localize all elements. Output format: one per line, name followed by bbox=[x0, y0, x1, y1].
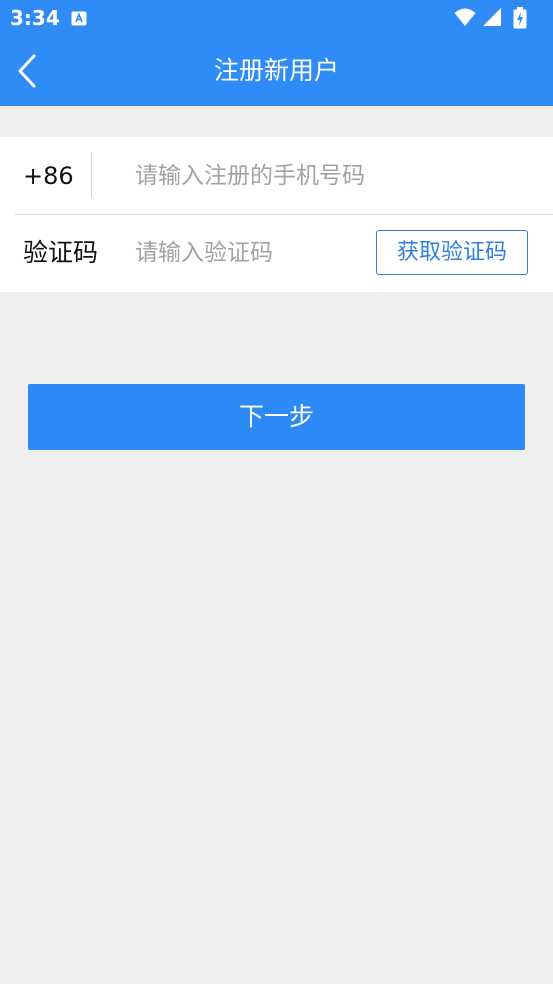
verification-code-row: 验证码 获取验证码 bbox=[0, 215, 553, 292]
phone-input[interactable] bbox=[135, 159, 535, 193]
signal-icon bbox=[483, 8, 501, 26]
phone-row: +86 bbox=[0, 137, 553, 214]
app-notification-icon bbox=[71, 11, 87, 26]
status-time: 3:34 bbox=[10, 6, 60, 30]
registration-form: +86 验证码 获取验证码 bbox=[0, 137, 553, 292]
app-header: 注册新用户 bbox=[0, 36, 553, 106]
country-code-divider bbox=[91, 152, 92, 198]
battery-charging-icon bbox=[513, 7, 527, 29]
status-icons bbox=[454, 7, 544, 29]
status-bar: 3:34 bbox=[0, 0, 553, 36]
page-title: 注册新用户 bbox=[213, 56, 339, 85]
wifi-icon bbox=[454, 8, 476, 26]
get-code-button[interactable]: 获取验证码 bbox=[376, 230, 528, 275]
verification-code-label: 验证码 bbox=[23, 238, 99, 267]
next-button[interactable]: 下一步 bbox=[28, 384, 525, 450]
country-code[interactable]: +86 bbox=[23, 161, 74, 191]
verification-code-input[interactable] bbox=[135, 236, 360, 270]
